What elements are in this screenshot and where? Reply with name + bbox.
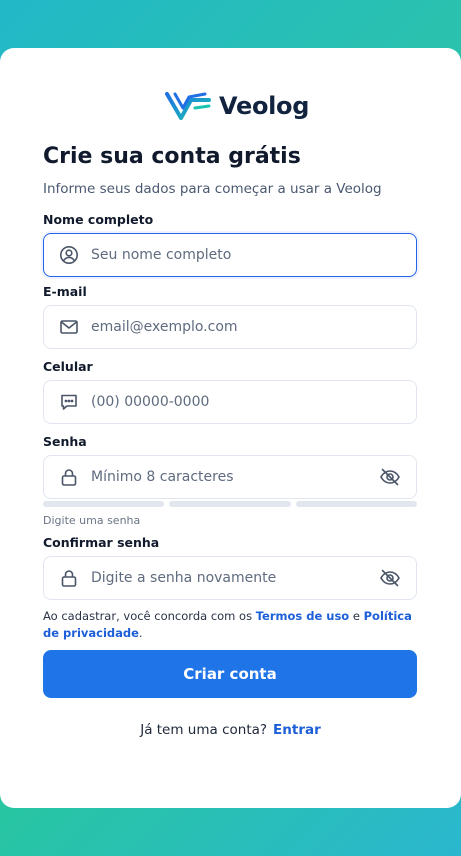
email-label: E-mail: [43, 284, 87, 299]
password-strength-meter: [43, 501, 417, 507]
email-input[interactable]: email@exemplo.com: [43, 305, 417, 349]
name-placeholder: Seu nome completo: [91, 247, 232, 263]
page-subtitle: Informe seus dados para começar a usar a…: [43, 181, 382, 197]
strength-segment: [295, 501, 417, 507]
terms-of-use-link[interactable]: Termos de uso: [256, 609, 350, 623]
strength-segment: [169, 501, 291, 507]
message-icon: [59, 392, 79, 412]
password-input[interactable]: Mínimo 8 caracteres: [43, 455, 417, 499]
name-input[interactable]: Seu nome completo: [43, 233, 417, 277]
phone-label: Celular: [43, 359, 93, 374]
eye-off-icon[interactable]: [379, 567, 401, 589]
veolog-logo-icon: [165, 92, 211, 120]
login-link[interactable]: Entrar: [273, 722, 321, 738]
phone-placeholder: (00) 00000-0000: [91, 394, 210, 410]
phone-input[interactable]: (00) 00000-0000: [43, 380, 417, 424]
signup-card: Veolog Crie sua conta grátis Informe seu…: [0, 48, 461, 808]
create-account-button[interactable]: Criar conta: [43, 650, 417, 698]
brand-logo: Veolog: [165, 90, 309, 122]
strength-segment: [43, 501, 165, 507]
terms-conjunction: e: [349, 609, 364, 623]
lock-icon: [59, 568, 79, 588]
brand-name: Veolog: [219, 92, 310, 120]
confirm-password-placeholder: Digite a senha novamente: [91, 570, 277, 586]
terms-notice: Ao cadastrar, você concorda com os Termo…: [43, 608, 423, 642]
name-label: Nome completo: [43, 212, 154, 227]
password-placeholder: Mínimo 8 caracteres: [91, 469, 234, 485]
terms-suffix: .: [138, 626, 143, 640]
eye-off-icon[interactable]: [379, 466, 401, 488]
user-circle-icon: [59, 245, 79, 265]
password-hint: Digite uma senha: [43, 514, 141, 527]
password-label: Senha: [43, 434, 87, 449]
confirm-password-input[interactable]: Digite a senha novamente: [43, 556, 417, 600]
confirm-password-label: Confirmar senha: [43, 535, 160, 550]
lock-icon: [59, 467, 79, 487]
mail-icon: [59, 317, 79, 337]
email-placeholder: email@exemplo.com: [91, 319, 238, 335]
page-title: Crie sua conta grátis: [43, 144, 301, 169]
login-question: Já tem uma conta?: [140, 722, 268, 738]
login-prompt: Já tem uma conta? Entrar: [0, 722, 461, 738]
terms-prefix: Ao cadastrar, você concorda com os: [43, 609, 256, 623]
